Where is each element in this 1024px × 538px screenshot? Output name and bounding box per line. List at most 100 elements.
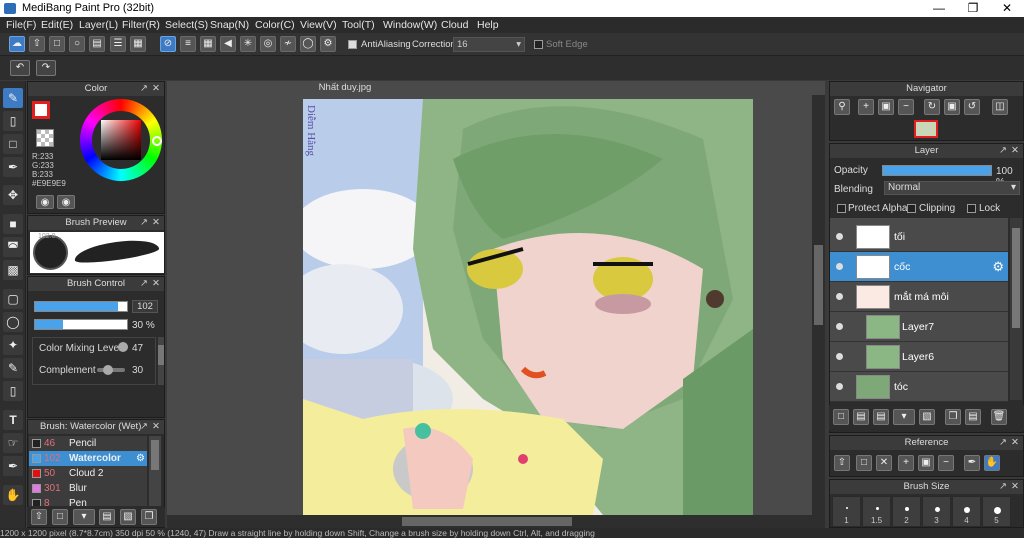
hand-icon[interactable]: ✋ xyxy=(984,455,1000,471)
eraser-tool-icon[interactable]: ▯ xyxy=(3,111,23,131)
brush-size-cell[interactable]: 2 xyxy=(892,496,921,527)
layer-list-scrollbar[interactable] xyxy=(1010,218,1022,400)
folder-icon[interactable]: ▧ xyxy=(919,409,935,425)
brush-size-cell[interactable]: 3 xyxy=(922,496,951,527)
brush-item-cloud-2[interactable]: 50 Cloud 2 xyxy=(29,466,147,481)
lock-checkbox[interactable] xyxy=(967,204,976,213)
secondary-color-swatch[interactable] xyxy=(36,129,54,147)
select-eraser-tool-icon[interactable]: ▯ xyxy=(3,381,23,401)
eye-icon[interactable] xyxy=(836,263,843,270)
redo-icon[interactable]: ↷ xyxy=(36,60,56,76)
layer-row[interactable]: Layer7 xyxy=(830,312,1008,342)
zoom-actual-icon[interactable]: ▣ xyxy=(878,99,894,115)
new-8bit-layer-icon[interactable]: ▤ xyxy=(873,409,889,425)
brush-size-cell[interactable]: 1.5 xyxy=(862,496,891,527)
gradient-tool-icon[interactable]: ▩ xyxy=(3,260,23,280)
eye-icon[interactable] xyxy=(836,293,843,300)
blending-select[interactable]: Normal ▾ xyxy=(884,181,1020,195)
close-icon[interactable]: ✕ xyxy=(152,82,160,96)
menu-select[interactable]: Select(S) xyxy=(165,19,208,31)
clipping-checkbox[interactable] xyxy=(907,204,916,213)
eye-icon[interactable] xyxy=(836,353,843,360)
menu-snap[interactable]: Snap(N) xyxy=(210,19,249,31)
new-layer-icon[interactable]: □ xyxy=(833,409,849,425)
popout-icon[interactable]: ↗ xyxy=(999,436,1007,450)
layer-row[interactable]: tối xyxy=(830,222,1008,252)
close-icon[interactable]: ✕ xyxy=(152,216,160,230)
menu-filter[interactable]: Filter(R) xyxy=(122,19,160,31)
color-mixing-knob[interactable] xyxy=(118,342,128,352)
ellipse-snap-icon[interactable]: ◯ xyxy=(300,36,316,52)
hue-ring[interactable] xyxy=(80,99,162,181)
hue-handle[interactable] xyxy=(152,136,162,146)
layer-row[interactable]: Layer6 xyxy=(830,342,1008,372)
layer-row[interactable]: tóc xyxy=(830,372,1008,402)
brush-list-scrollbar[interactable] xyxy=(149,436,161,506)
menu-tool[interactable]: Tool(T) xyxy=(342,19,375,31)
new-halftone-layer-icon[interactable]: ▤ xyxy=(853,409,869,425)
canvas-vertical-scrollbar[interactable] xyxy=(812,95,825,515)
zoom-out-icon[interactable]: − xyxy=(898,99,914,115)
brush-size-cell[interactable]: 4 xyxy=(952,496,981,527)
brush-size-cell[interactable]: 5 xyxy=(982,496,1011,527)
maximize-button[interactable]: ❐ xyxy=(956,0,990,17)
share-icon[interactable]: ⇧ xyxy=(29,36,45,52)
copy-brush-icon[interactable]: ▤ xyxy=(99,509,115,525)
fit-window-icon[interactable]: ▣ xyxy=(944,99,960,115)
snap-settings-icon[interactable]: ⚙ xyxy=(320,36,336,52)
popout-icon[interactable]: ↗ xyxy=(140,216,148,230)
menu-color[interactable]: Color(C) xyxy=(255,19,295,31)
document-tab[interactable]: Nhất duy.jpg xyxy=(300,81,390,95)
new-brush-icon[interactable]: □ xyxy=(52,509,68,525)
snap-off-icon[interactable]: ⊘ xyxy=(160,36,176,52)
circle-snap-icon[interactable]: ◎ xyxy=(260,36,276,52)
brush-item-blur[interactable]: 301 Blur xyxy=(29,481,147,496)
select-pen-tool-icon[interactable]: ✎ xyxy=(3,358,23,378)
popout-icon[interactable]: ↗ xyxy=(140,82,148,96)
close-icon[interactable]: ✕ xyxy=(1011,144,1019,158)
gear-icon[interactable]: ⚙ xyxy=(136,451,145,466)
grid-icon[interactable]: ▦ xyxy=(130,36,146,52)
chat-icon[interactable]: ○ xyxy=(69,36,85,52)
zoom-in-icon[interactable]: + xyxy=(858,99,874,115)
text-tool-icon[interactable]: T xyxy=(3,410,23,430)
zoom-actual-icon[interactable]: ▣ xyxy=(918,455,934,471)
pen-tool-icon[interactable]: ✒ xyxy=(3,157,23,177)
bucket-tool-icon[interactable]: ◚ xyxy=(3,237,23,257)
complement-slider[interactable] xyxy=(97,365,125,375)
popout-icon[interactable]: ↗ xyxy=(999,480,1007,494)
canvas-horizontal-scrollbar[interactable] xyxy=(167,515,825,528)
menu-cloud[interactable]: Cloud xyxy=(441,19,468,31)
menu-help[interactable]: Help xyxy=(477,19,499,31)
cross-snap-icon[interactable]: ▦ xyxy=(200,36,216,52)
close-icon[interactable]: ✕ xyxy=(152,420,160,434)
vanishing-snap-icon[interactable]: ◀ xyxy=(220,36,236,52)
menu-edit[interactable]: Edit(E) xyxy=(41,19,73,31)
open-file-icon[interactable]: □ xyxy=(856,455,872,471)
popout-icon[interactable]: ↗ xyxy=(140,277,148,291)
correction-select[interactable]: 16 ▾ xyxy=(453,37,525,52)
color-history-icon[interactable]: ◉ xyxy=(57,195,75,209)
eyedropper-icon[interactable]: ✒ xyxy=(964,455,980,471)
eyedropper-tool-icon[interactable]: ✒ xyxy=(3,456,23,476)
brush-opacity-slider[interactable] xyxy=(34,319,128,330)
magic-wand-tool-icon[interactable]: ✦ xyxy=(3,335,23,355)
hand-tool-icon[interactable]: ✋ xyxy=(3,485,23,505)
move-tool-icon[interactable]: ✥ xyxy=(3,185,23,205)
curve-snap-icon[interactable]: ≁ xyxy=(280,36,296,52)
brush-menu-icon[interactable]: ▾ xyxy=(73,509,95,525)
close-button[interactable]: ✕ xyxy=(990,0,1024,17)
soft-edge-checkbox[interactable] xyxy=(534,40,543,49)
zoom-fit-icon[interactable]: ⚲ xyxy=(834,99,850,115)
brush-item-pen[interactable]: 8 Pen xyxy=(29,496,147,506)
add-brush-icon[interactable]: ⇧ xyxy=(31,509,47,525)
brush-size-value[interactable]: 102 xyxy=(132,300,158,313)
brush-control-scrollbar[interactable] xyxy=(158,337,164,385)
reset-icon[interactable]: ↺ xyxy=(964,99,980,115)
close-icon[interactable]: ✕ xyxy=(152,277,160,291)
brush-size-cell[interactable]: 1 xyxy=(832,496,861,527)
menu-layer[interactable]: Layer(L) xyxy=(79,19,118,31)
close-icon[interactable]: ✕ xyxy=(1011,480,1019,494)
saturation-square[interactable] xyxy=(101,120,141,160)
primary-color-swatch[interactable] xyxy=(32,101,50,119)
